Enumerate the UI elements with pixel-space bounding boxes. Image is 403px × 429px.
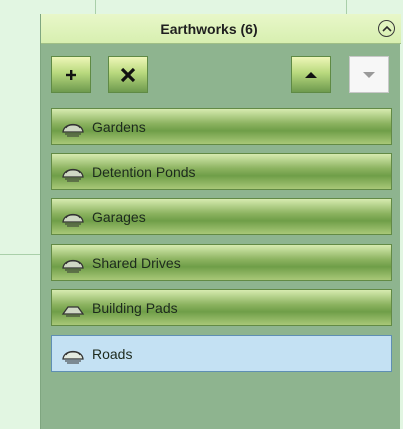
list-item[interactable]: Roads xyxy=(51,335,392,372)
earthwork-pad-icon xyxy=(60,297,86,319)
list-item[interactable]: Shared Drives xyxy=(51,244,392,281)
list-item[interactable]: Garages xyxy=(51,198,392,235)
add-button[interactable] xyxy=(51,56,91,93)
item-label: Garages xyxy=(92,208,146,225)
move-down-button[interactable] xyxy=(349,56,389,93)
earthwork-mound-icon xyxy=(60,252,86,274)
chevron-up-icon xyxy=(381,25,392,32)
list-item[interactable]: Detention Ponds xyxy=(51,153,392,190)
arrow-up-icon xyxy=(305,71,317,78)
earthwork-mound-icon xyxy=(60,161,86,183)
item-label: Building Pads xyxy=(92,299,178,316)
panel-title: Earthworks (6) xyxy=(160,21,258,37)
earthwork-mound-icon xyxy=(60,116,86,138)
earthworks-panel: Earthworks (6) Gardens Detention Ponds G… xyxy=(40,14,401,429)
move-up-button[interactable] xyxy=(291,56,331,93)
delete-icon xyxy=(120,67,136,82)
panel-header: Earthworks (6) xyxy=(41,14,401,44)
item-label: Shared Drives xyxy=(92,254,181,271)
list-item[interactable]: Gardens xyxy=(51,108,392,145)
item-label: Gardens xyxy=(92,118,146,135)
canvas-gridline xyxy=(0,254,40,255)
earthwork-mound-icon xyxy=(60,343,86,365)
item-label: Detention Ponds xyxy=(92,163,196,180)
add-icon xyxy=(66,69,76,80)
item-label: Roads xyxy=(92,345,133,362)
earthwork-mound-icon xyxy=(60,206,86,228)
list-item[interactable]: Building Pads xyxy=(51,289,392,326)
collapse-button[interactable] xyxy=(378,20,395,37)
arrow-down-icon xyxy=(363,71,375,78)
delete-button[interactable] xyxy=(108,56,148,93)
